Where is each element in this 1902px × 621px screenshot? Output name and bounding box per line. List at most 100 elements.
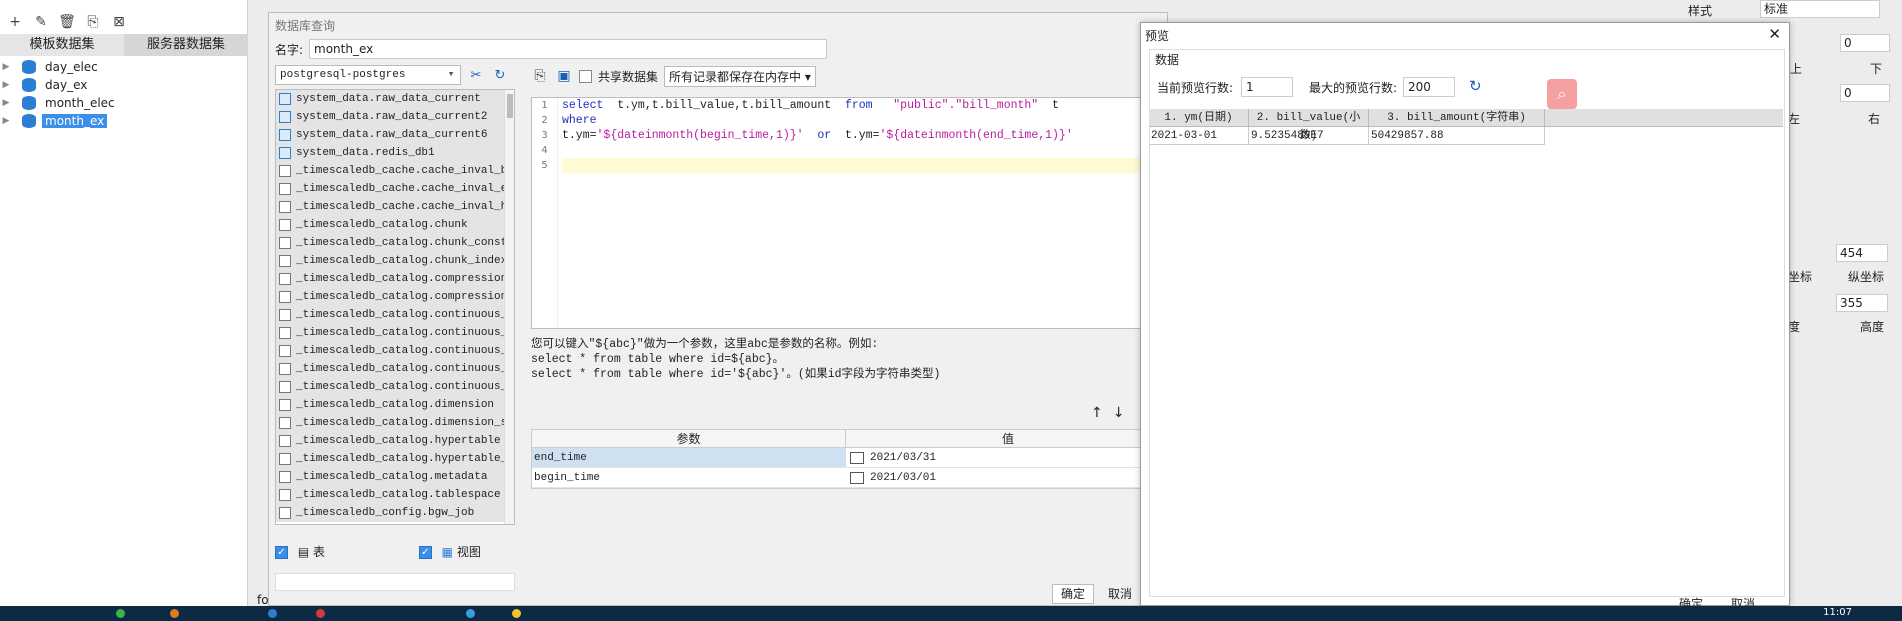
expand-arrow-icon[interactable]: ▶ xyxy=(0,116,12,126)
datasource-select[interactable]: postgresql-postgres ▾ xyxy=(275,65,461,85)
list-item[interactable]: system_data.redis_db1 xyxy=(276,144,514,162)
list-item[interactable]: _timescaledb_catalog.metadata xyxy=(276,468,514,486)
list-item[interactable]: _timescaledb_config.bgw_job xyxy=(276,504,514,522)
arrow-down-icon[interactable]: ↓ xyxy=(1113,405,1135,421)
list-item[interactable]: _timescaledb_cache.cache_inval_hyper xyxy=(276,198,514,216)
dataset-tree: ▶ day_elec ▶ day_ex ▶ month_elec ▶ month_ex xyxy=(0,58,248,130)
dialog-title: 数据库查询 xyxy=(275,19,336,33)
refresh-icon[interactable]: ↻ xyxy=(1469,77,1482,95)
list-item[interactable]: system_data.raw_data_current xyxy=(276,90,514,108)
list-item[interactable]: _timescaledb_catalog.continuous_aggs_ xyxy=(276,360,514,378)
list-item[interactable]: _timescaledb_catalog.continuous_agg xyxy=(276,306,514,324)
app-icon[interactable] xyxy=(466,609,475,618)
app-icon[interactable] xyxy=(116,609,125,618)
list-item[interactable]: _timescaledb_cache.cache_inval_bgw_j xyxy=(276,162,514,180)
arrow-up-icon[interactable]: ↑ xyxy=(1091,405,1113,421)
calendar-icon[interactable] xyxy=(850,451,864,464)
calendar-icon[interactable] xyxy=(850,471,864,484)
app-icon[interactable] xyxy=(316,609,325,618)
list-item[interactable]: _timescaledb_catalog.compression_chu xyxy=(276,288,514,306)
connect-icon[interactable]: ✂ xyxy=(465,65,487,85)
name-input[interactable]: month_ex xyxy=(309,39,827,59)
y-input[interactable]: 454 xyxy=(1836,244,1888,262)
editor-toolbar: ⎘ ▣ 共享数据集 所有记录都保存在内存中 ▾ xyxy=(531,65,1171,87)
list-item[interactable]: system_data.raw_data_current2 xyxy=(276,108,514,126)
max-rows-input[interactable]: 200 xyxy=(1403,77,1455,97)
database-icon xyxy=(22,60,36,74)
export-icon[interactable]: ⊠ xyxy=(110,13,128,31)
close-icon[interactable]: ✕ xyxy=(1768,25,1781,43)
list-item[interactable]: _timescaledb_catalog.hypertable xyxy=(276,432,514,450)
list-item[interactable]: _timescaledb_catalog.chunk_index xyxy=(276,252,514,270)
current-rows-input[interactable]: 1 xyxy=(1241,77,1293,97)
delete-icon[interactable]: 🗑 xyxy=(58,13,76,31)
dataset-tabs: 模板数据集 服务器数据集 xyxy=(0,34,248,56)
view-icon xyxy=(279,129,291,141)
list-item[interactable]: _timescaledb_cache.cache_inval_exten xyxy=(276,180,514,198)
share-dataset-checkbox[interactable] xyxy=(579,69,592,83)
tree-item[interactable]: ▶ day_elec xyxy=(0,58,248,76)
list-item[interactable]: _timescaledb_catalog.continuous_aggs_ xyxy=(276,378,514,396)
memory-mode-select[interactable]: 所有记录都保存在内存中 ▾ xyxy=(664,65,816,87)
app-icon[interactable] xyxy=(268,609,277,618)
clock: 11:07 xyxy=(1823,607,1852,618)
column-header[interactable]: 1. ym(日期) xyxy=(1149,109,1249,126)
table-row[interactable]: 2021-03-01 9.5235489E7 50429857.88 xyxy=(1149,127,1783,145)
list-item[interactable]: _timescaledb_catalog.chunk_constrain xyxy=(276,234,514,252)
preview-dialog: 预览 ✕ 数据 当前预览行数: 1 最大的预览行数: 200 ↻ ⌕ 1. ym… xyxy=(1140,22,1790,611)
dialog-ok-button[interactable]: 确定 xyxy=(1052,584,1094,604)
style-select[interactable]: 标准 xyxy=(1760,0,1880,18)
tab-server-dataset[interactable]: 服务器数据集 xyxy=(124,34,248,56)
view-icon: ▦ xyxy=(441,545,454,559)
preview-icon[interactable]: ⎘ xyxy=(84,13,102,31)
list-item[interactable]: system_data.raw_data_current6 xyxy=(276,126,514,144)
document-icon[interactable]: ⎘ xyxy=(531,67,549,85)
chevron-down-icon: ▾ xyxy=(447,69,455,81)
save-icon[interactable]: ▣ xyxy=(555,67,573,85)
tab-template-dataset[interactable]: 模板数据集 xyxy=(0,34,124,56)
list-item[interactable]: _timescaledb_catalog.chunk xyxy=(276,216,514,234)
list-item[interactable]: _timescaledb_catalog.tablespace xyxy=(276,486,514,504)
list-item[interactable]: _timescaledb_catalog.hypertable_comp xyxy=(276,450,514,468)
search-icon[interactable]: ⌕ xyxy=(1547,79,1577,109)
list-item[interactable]: _timescaledb_catalog.continuous_aggs_ xyxy=(276,324,514,342)
margin-right-input[interactable]: 0 xyxy=(1840,84,1890,102)
tree-item[interactable]: ▶ month_elec xyxy=(0,94,248,112)
line-number-gutter: 1 2 3 4 5 xyxy=(532,98,558,328)
column-header[interactable]: 2. bill_value(小数) xyxy=(1249,109,1369,142)
app-icon[interactable] xyxy=(170,609,179,618)
param-row[interactable]: end_time 2021/03/31 xyxy=(532,448,1170,468)
table-search-input[interactable] xyxy=(275,573,515,591)
column-header[interactable]: 3. bill_amount(字符串) xyxy=(1369,109,1545,126)
param-row[interactable]: begin_time 2021/03/01 xyxy=(532,468,1170,488)
name-label: 名字: xyxy=(275,43,304,57)
expand-arrow-icon[interactable]: ▶ xyxy=(0,80,12,90)
tree-item[interactable]: ▶ day_ex xyxy=(0,76,248,94)
database-icon xyxy=(22,114,36,128)
table-list-scrollbar[interactable] xyxy=(504,90,514,524)
table-icon xyxy=(279,273,291,285)
height-input[interactable]: 355 xyxy=(1836,294,1888,312)
app-icon[interactable] xyxy=(512,609,521,618)
sql-editor[interactable]: 1 2 3 4 5 select t.ym,t.bill_value,t.bil… xyxy=(531,97,1171,329)
add-icon[interactable]: + xyxy=(6,13,24,31)
view-icon xyxy=(279,93,291,105)
list-item[interactable]: _timescaledb_catalog.continuous_aggs_ xyxy=(276,342,514,360)
table-view-filter: ✓ ▤ 表 ✓ ▦ 视图 xyxy=(275,543,515,563)
view-checkbox[interactable]: ✓ xyxy=(418,546,432,559)
list-item[interactable]: _timescaledb_catalog.compression_alg xyxy=(276,270,514,288)
margin-down-input[interactable]: 0 xyxy=(1840,34,1890,52)
param-header-name: 参数 xyxy=(532,430,846,447)
list-item[interactable]: _timescaledb_catalog.dimension xyxy=(276,396,514,414)
list-item[interactable]: _timescaledb_catalog.dimension_slice xyxy=(276,414,514,432)
table-icon xyxy=(279,201,291,213)
table-checkbox[interactable]: ✓ xyxy=(275,546,288,559)
refresh-icon[interactable]: ↻ xyxy=(489,65,511,85)
datasource-value: postgresql-postgres xyxy=(280,69,406,81)
expand-arrow-icon[interactable]: ▶ xyxy=(0,62,12,72)
table-icon xyxy=(279,381,291,393)
expand-arrow-icon[interactable]: ▶ xyxy=(0,98,12,108)
edit-icon[interactable]: ✎ xyxy=(32,13,50,31)
tree-item[interactable]: ▶ month_ex xyxy=(0,112,248,130)
database-icon xyxy=(22,78,36,92)
